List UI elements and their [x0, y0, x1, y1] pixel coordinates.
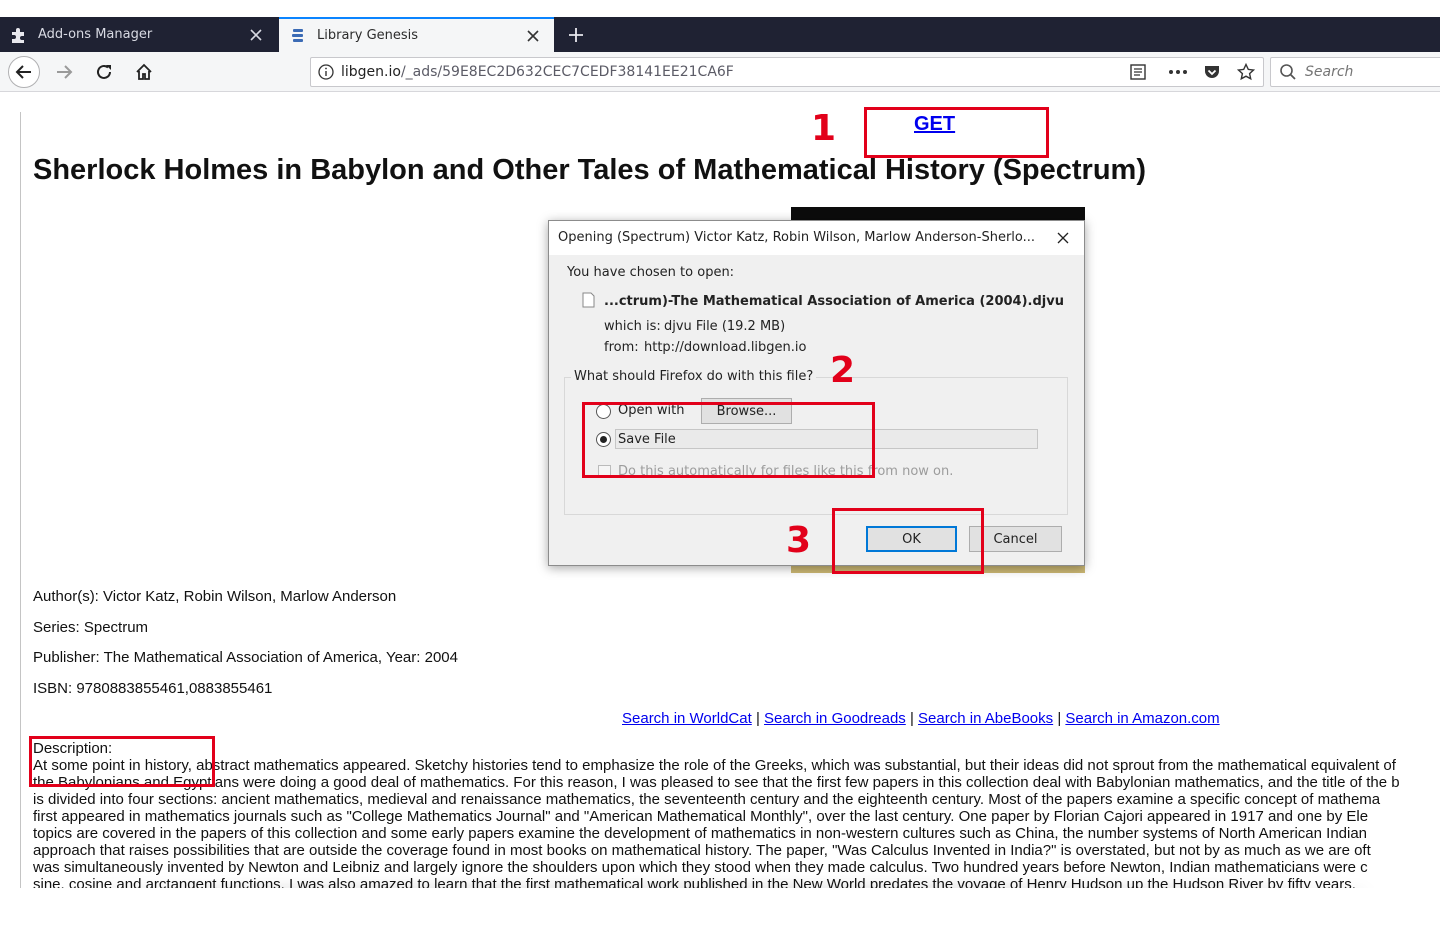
- puzzle-icon: [8, 24, 30, 46]
- search-icon: [1271, 63, 1305, 81]
- description-line: first appeared in mathematics journals s…: [33, 808, 1369, 825]
- book-authors: Author(s): Victor Katz, Robin Wilson, Ma…: [33, 588, 397, 605]
- plus-icon: [569, 27, 583, 42]
- search-box[interactable]: [1270, 57, 1440, 87]
- new-tab-button[interactable]: [562, 17, 590, 52]
- file-name: ...ctrum)-The Mathematical Association o…: [604, 294, 1064, 309]
- search-links: Search in WorldCat | Search in Goodreads…: [622, 710, 1220, 727]
- search-input[interactable]: [1305, 64, 1435, 80]
- page-left-border: [20, 112, 21, 888]
- search-amazon-link[interactable]: Search in Amazon.com: [1065, 710, 1219, 727]
- forward-button[interactable]: [48, 56, 80, 88]
- dialog-close-icon[interactable]: [1052, 227, 1074, 249]
- book-publisher: Publisher: The Mathematical Association …: [33, 649, 458, 666]
- action-question: What should Firefox do with this file?: [571, 369, 817, 384]
- close-tab-icon[interactable]: [247, 26, 265, 44]
- description-line: is divided into four sections: ancient m…: [33, 791, 1381, 808]
- tab-label: Add-ons Manager: [38, 27, 153, 42]
- back-button[interactable]: [8, 56, 40, 88]
- tab-addons-manager[interactable]: Add-ons Manager: [0, 17, 277, 52]
- from-label: from:: [604, 340, 639, 355]
- top-strip: [0, 0, 1440, 17]
- navigation-toolbar: libgen.io/_ads/59E8EC2D632CEC7CEDF38141E…: [0, 52, 1440, 92]
- reader-view-icon[interactable]: [1121, 58, 1155, 86]
- description-line: approach that raises possibilities that …: [33, 842, 1371, 859]
- book-series: Series: Spectrum: [33, 619, 149, 636]
- from-value: http://download.libgen.io: [644, 340, 807, 355]
- description-line: was simultaneously invented by Newton an…: [33, 859, 1368, 876]
- file-icon: [582, 292, 595, 312]
- dialog-titlebar: Opening (Spectrum) Victor Katz, Robin Wi…: [549, 221, 1084, 255]
- tab-bar: Add-ons Manager Library Genesis: [0, 17, 1440, 52]
- info-icon[interactable]: [311, 64, 341, 80]
- tab-library-genesis[interactable]: Library Genesis: [279, 17, 554, 52]
- dialog-title: Opening (Spectrum) Victor Katz, Robin Wi…: [558, 230, 1036, 245]
- url-text[interactable]: libgen.io/_ads/59E8EC2D632CEC7CEDF38141E…: [341, 64, 1121, 80]
- which-is-value: djvu File (19.2 MB): [664, 319, 786, 334]
- book-title: Sherlock Holmes in Babylon and Other Tal…: [33, 154, 1146, 186]
- annotation-box-get: [864, 107, 1049, 158]
- description-line: At some point in history, abstract mathe…: [33, 757, 1396, 774]
- book-isbn: ISBN: 9780883855461,0883855461: [33, 680, 273, 697]
- close-tab-icon[interactable]: [524, 27, 542, 45]
- description-line: topics are covered in the papers of this…: [33, 825, 1368, 842]
- url-bar[interactable]: libgen.io/_ads/59E8EC2D632CEC7CEDF38141E…: [310, 57, 1264, 87]
- reload-icon: [97, 64, 111, 79]
- pocket-icon[interactable]: [1195, 58, 1229, 86]
- page-actions-menu-icon[interactable]: [1161, 58, 1195, 86]
- annotation-step-1: 1: [811, 108, 837, 149]
- page-bottom-margin: [0, 888, 1440, 928]
- annotation-box-save-file: [582, 402, 875, 478]
- home-button[interactable]: [128, 56, 160, 88]
- home-icon: [136, 63, 152, 80]
- url-path: /_ads/59E8EC2D632CEC7CEDF38141EE21CA6F: [400, 64, 734, 80]
- url-host: libgen.io: [341, 64, 401, 80]
- reload-button[interactable]: [88, 56, 120, 88]
- search-goodreads-link[interactable]: Search in Goodreads: [764, 710, 906, 727]
- open-file-dialog: Opening (Spectrum) Victor Katz, Robin Wi…: [548, 220, 1085, 566]
- annotation-step-2: 2: [830, 350, 856, 391]
- annotation-step-3: 3: [786, 520, 812, 561]
- annotation-box-ok: [832, 508, 984, 574]
- link-separator: |: [755, 710, 760, 727]
- link-separator: |: [1057, 710, 1062, 727]
- link-separator: |: [909, 710, 914, 727]
- which-is-label: which is:: [604, 319, 661, 334]
- libgen-icon: [287, 25, 309, 47]
- annotation-box-description: [29, 736, 215, 787]
- tab-label: Library Genesis: [317, 28, 419, 43]
- chosen-label: You have chosen to open:: [567, 265, 735, 280]
- search-worldcat-link[interactable]: Search in WorldCat: [622, 710, 752, 727]
- description-line: the Babylonians and Egyptians were doing…: [33, 774, 1400, 791]
- search-abebooks-link[interactable]: Search in AbeBooks: [918, 710, 1053, 727]
- arrow-left-icon: [15, 65, 31, 79]
- arrow-right-icon: [57, 65, 73, 79]
- bookmark-star-icon[interactable]: [1229, 58, 1263, 86]
- description-text: At some point in history, abstract mathe…: [33, 757, 1440, 888]
- cancel-label: Cancel: [993, 531, 1038, 547]
